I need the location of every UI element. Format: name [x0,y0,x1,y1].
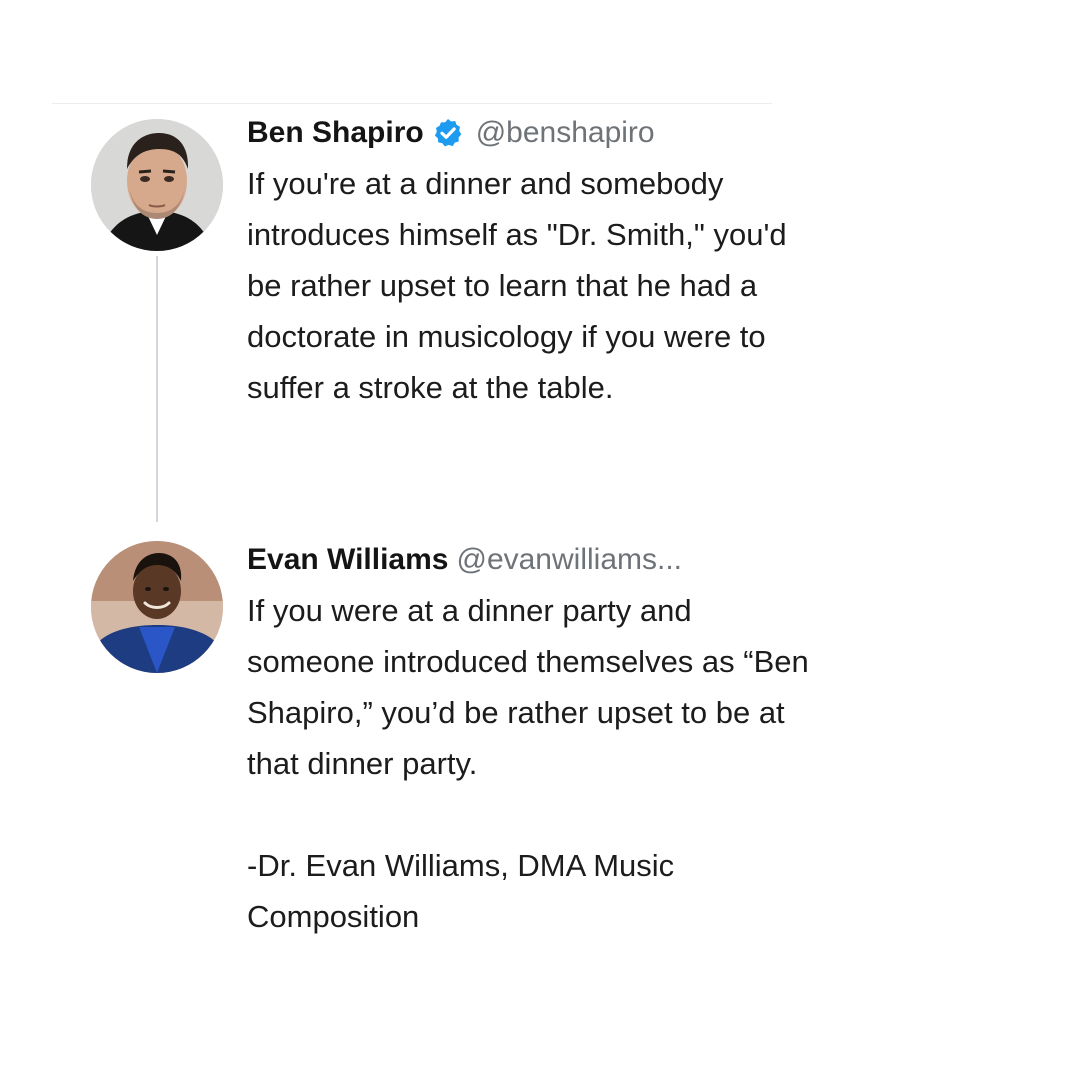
signature-line: -Dr. Evan Williams, DMA Music [247,848,675,883]
tweet-text-line: If you were at a dinner party and [247,593,692,628]
tweet-text: If you're at a dinner and somebody intro… [247,158,1047,413]
tweet-text-line: suffer a stroke at the table. [247,370,614,405]
tweet-text-line: someone introduced themselves as “Ben [247,644,809,679]
verified-badge-icon [432,117,464,149]
thread-connector-line [156,256,158,522]
author-name[interactable]: Evan Williams [247,543,448,577]
tweet-ben-shapiro: Ben Shapiro @benshapiro If you're at a d… [247,108,1047,413]
tweet-text-line: Shapiro,” you’d be rather upset to be at [247,695,785,730]
tweet-evan-williams: Evan Williams @evanwilliams... If you we… [247,535,1047,942]
tweet-text-line: be rather upset to learn that he had a [247,268,758,303]
tweet-text-line: introduces himself as "Dr. Smith," you'd [247,217,787,252]
avatar-ben-shapiro[interactable] [91,119,223,251]
signature-line: Composition [247,899,420,934]
avatar-evan-williams[interactable] [91,541,223,673]
tweet-text: If you were at a dinner party and someon… [247,585,1047,942]
tweet-header: Evan Williams @evanwilliams... [247,535,1047,585]
tweet-text-line: that dinner party. [247,746,478,781]
tweet-text-line: If you're at a dinner and somebody [247,166,724,201]
tweet-header: Ben Shapiro @benshapiro [247,108,1047,158]
author-handle[interactable]: @evanwilliams... [456,543,682,577]
avatar-photo-2 [91,541,223,673]
author-handle[interactable]: @benshapiro [476,116,655,150]
author-name[interactable]: Ben Shapiro [247,116,424,150]
top-divider [52,103,772,104]
tweet-text-line: doctorate in musicology if you were to [247,319,766,354]
avatar-photo-1 [91,119,223,251]
